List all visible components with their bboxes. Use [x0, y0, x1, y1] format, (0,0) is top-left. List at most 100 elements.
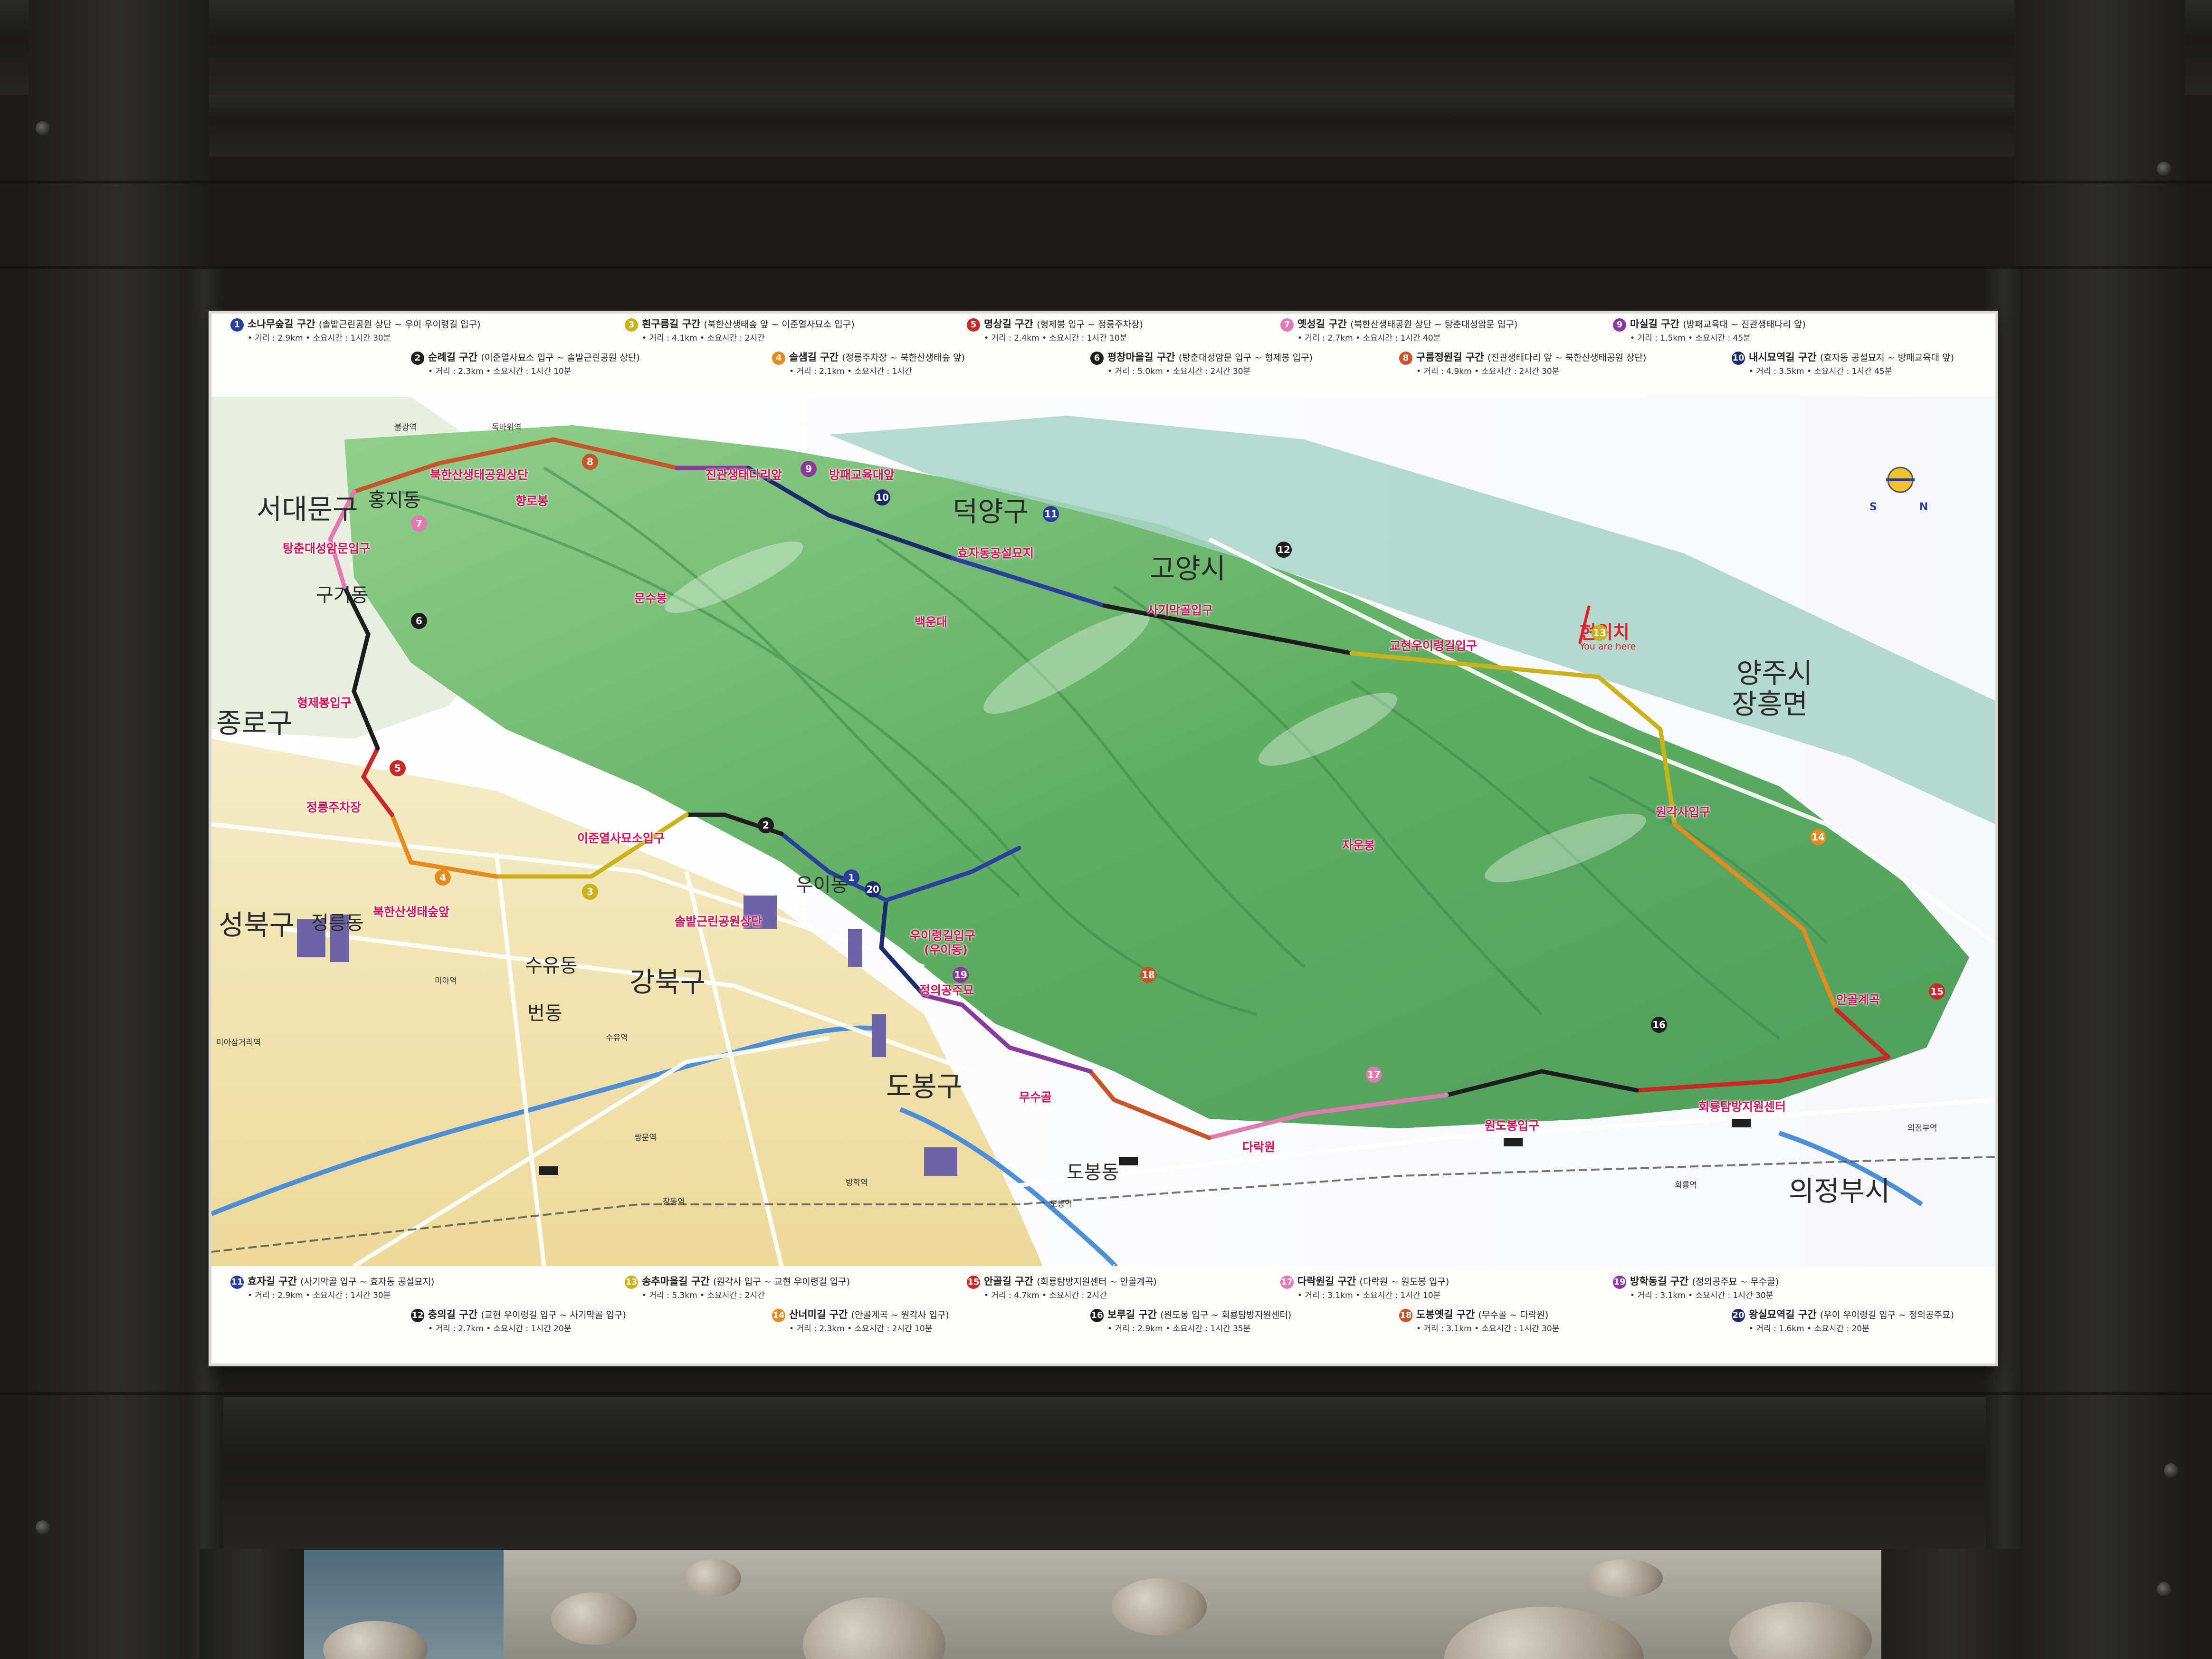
legend-entry-17: 17 다락원길 구간 (다락원 ~ 원도봉 입구) • 거리 : 3.1km • 소…	[1280, 1275, 1449, 1302]
station-label: 회룡역	[1675, 1181, 1697, 1190]
legend-distance-time: • 거리 : 1.6km • 소요시간 : 20분	[1749, 1324, 1869, 1334]
map-illustration	[211, 397, 1995, 1266]
poi-label: 사기막골입구	[1147, 603, 1213, 617]
legend-distance-time: • 거리 : 2.9km • 소요시간 : 1시간 30분	[248, 1291, 391, 1300]
legend-distance-time: • 거리 : 2.3km • 소요시간 : 1시간 10분	[428, 367, 572, 376]
legend-route: (솔밭근린공원 상단 ~ 우이 우이령길 입구)	[318, 319, 481, 330]
legend-distance-time: • 거리 : 4.7km • 소요시간 : 2시간	[984, 1291, 1107, 1300]
route-number-badge: 9	[1613, 318, 1626, 332]
district-deogyang: 덕양구	[953, 496, 1029, 528]
legend-entry-5: 5 명상길 구간 (형제봉 입구 ~ 정릉주차장) • 거리 : 2.4km • 소…	[967, 317, 1143, 345]
route-number-badge: 18	[1399, 1309, 1412, 1322]
legend-distance-time: • 거리 : 3.1km • 소요시간 : 1시간 30분	[1416, 1324, 1560, 1334]
route-number-badge: 4	[772, 352, 785, 365]
district-seongbuk: 성북구	[219, 909, 295, 941]
legend-route: (원각사 입구 ~ 교현 우이령길 입구)	[713, 1277, 850, 1287]
frame-crossbeam-lower	[200, 1397, 2033, 1549]
route-marker-20: 20	[865, 881, 881, 897]
legend-title: 평창마을길 구간	[1107, 352, 1179, 363]
legend-entry-12: 12 충의길 구간 (교현 우이령길 입구 ~ 사기막골 입구) • 거리 : 2.…	[411, 1308, 626, 1335]
legend-route: (사기막골 입구 ~ 효자동 공설묘지)	[300, 1277, 435, 1287]
route-number-badge: 6	[1090, 352, 1104, 365]
route-marker-18: 18	[1140, 967, 1156, 983]
poi-label: 문수봉	[634, 591, 667, 605]
legend-route: (우이 우이령길 입구 ~ 정의공주묘)	[1820, 1310, 1955, 1320]
poi-label: 이준열사묘소입구	[577, 831, 665, 845]
compass-n: N	[1919, 501, 1928, 513]
route-number-badge: 3	[625, 318, 638, 332]
legend-route: (무수골 ~ 다락원)	[1478, 1310, 1549, 1320]
route-marker-2: 2	[758, 817, 774, 833]
legend-entry-1: 1 소나무숲길 구간 (솔밭근린공원 상단 ~ 우이 우이령길 입구) • 거리 :…	[230, 317, 481, 345]
legend-title: 명상길 구간	[984, 318, 1037, 330]
legend-title: 방학동길 구간	[1630, 1276, 1692, 1287]
legend-route: (방패교육대 ~ 진관생태다리 앞)	[1683, 319, 1806, 330]
legend-distance-time: • 거리 : 5.3km • 소요시간 : 2시간	[642, 1291, 765, 1300]
poi-label: 효자동공설묘지	[957, 546, 1034, 560]
route-number-badge: 14	[772, 1309, 785, 1322]
route-marker-17: 17	[1366, 1067, 1382, 1083]
route-number-badge: 17	[1280, 1276, 1294, 1289]
poi-label: 안골계곡	[1836, 993, 1880, 1007]
legend-title: 다락원길 구간	[1297, 1276, 1360, 1287]
legend-route: (형제봉 입구 ~ 정릉주차장)	[1037, 319, 1143, 330]
bolt	[36, 1520, 50, 1535]
legend-title: 송추마을길 구간	[642, 1276, 713, 1287]
frame-crossbeam-upper	[200, 95, 2033, 157]
poi-label: 정릉주차장	[306, 801, 362, 814]
route-marker-16: 16	[1651, 1017, 1667, 1033]
route-marker-4: 4	[435, 869, 451, 886]
legend-route: (북한산생태공원 상단 ~ 탕춘대성암문 입구)	[1350, 319, 1518, 330]
legend-distance-time: • 거리 : 2.9km • 소요시간 : 1시간 35분	[1107, 1324, 1251, 1334]
bolt	[2157, 1582, 2171, 1596]
legend-distance-time: • 거리 : 3.1km • 소요시간 : 1시간 30분	[1630, 1291, 1773, 1300]
bolt	[36, 121, 50, 135]
poi-label: 원각사입구	[1656, 805, 1711, 819]
legend-entry-9: 9 마실길 구간 (방패교육대 ~ 진관생태다리 앞) • 거리 : 1.5km •…	[1613, 317, 1806, 345]
neighborhood-ui: 우이동	[796, 874, 849, 896]
legend-route: (효자동 공설묘지 ~ 방패교육대 앞)	[1820, 353, 1955, 363]
poi-label: 백운대	[915, 615, 948, 629]
poi-label: 방패교육대앞	[829, 468, 895, 482]
route-marker-5: 5	[390, 760, 406, 776]
legend-entry-11: 11 효자길 구간 (사기막골 입구 ~ 효자동 공설묘지) • 거리 : 2.9k…	[230, 1275, 434, 1302]
route-marker-14: 14	[1810, 829, 1826, 845]
legend-entry-3: 3 흰구름길 구간 (북한산생태숲 앞 ~ 이준열사묘소 입구) • 거리 : 4.…	[625, 317, 855, 345]
poi-label: 향로봉	[515, 494, 549, 508]
legend-title: 내시묘역길 구간	[1749, 352, 1820, 363]
legend-entry-19: 19 방학동길 구간 (정의공주묘 ~ 무수골) • 거리 : 3.1km • 소요…	[1613, 1275, 1779, 1302]
legend-title: 충의길 구간	[428, 1309, 481, 1320]
poi-label: 북한산생태숲앞	[373, 905, 450, 919]
legend-title: 옛성길 구간	[1297, 318, 1351, 330]
legend-route: (교현 우이령길 입구 ~ 사기막골 입구)	[481, 1310, 626, 1320]
route-marker-15: 15	[1929, 983, 1945, 1000]
legend-distance-time: • 거리 : 3.5km • 소요시간 : 1시간 45분	[1749, 367, 1892, 376]
route-number-badge: 19	[1613, 1276, 1626, 1289]
legend-distance-time: • 거리 : 1.5km • 소요시간 : 45분	[1630, 334, 1751, 343]
legend-route: (안골계곡 ~ 원각사 입구)	[851, 1310, 949, 1320]
station-label: 수유역	[606, 1033, 628, 1043]
legend-title: 보루길 구간	[1107, 1309, 1161, 1320]
legend-route: (원도봉 입구 ~ 회룡탐방지원센터)	[1160, 1310, 1292, 1320]
legend-distance-time: • 거리 : 4.1km • 소요시간 : 2시간	[642, 334, 765, 343]
legend-route: (정의공주묘 ~ 무수골)	[1692, 1277, 1779, 1287]
neighborhood-beon: 번동	[527, 1002, 563, 1024]
station-label: 쌍문역	[634, 1133, 657, 1143]
district-goyang: 고양시	[1150, 553, 1226, 585]
district-jangheung: 장흥면	[1732, 688, 1808, 720]
district-gangbuk: 강북구	[629, 966, 706, 998]
legend-title: 효자길 구간	[248, 1276, 301, 1287]
trail-map-board: 1 소나무숲길 구간 (솔밭근린공원 상단 ~ 우이 우이령길 입구) • 거리 :…	[211, 314, 1995, 1363]
poi-label: 탕춘대성암문입구	[283, 542, 371, 555]
legend-title: 솔샘길 구간	[789, 352, 842, 363]
poi-label: 북한산생태공원상단	[430, 468, 529, 482]
route-number-badge: 10	[1732, 352, 1745, 365]
frame-left-post	[29, 0, 209, 1659]
legend-distance-time: • 거리 : 2.7km • 소요시간 : 1시간 20분	[428, 1324, 572, 1334]
legend-title: 구름정원길 구간	[1416, 352, 1487, 363]
legend-title: 왕실묘역길 구간	[1749, 1309, 1820, 1320]
route-marker-12: 12	[1276, 542, 1292, 558]
legend-title: 소나무숲길 구간	[248, 318, 319, 330]
route-number-badge: 13	[625, 1276, 638, 1289]
route-marker-6: 6	[411, 613, 427, 629]
